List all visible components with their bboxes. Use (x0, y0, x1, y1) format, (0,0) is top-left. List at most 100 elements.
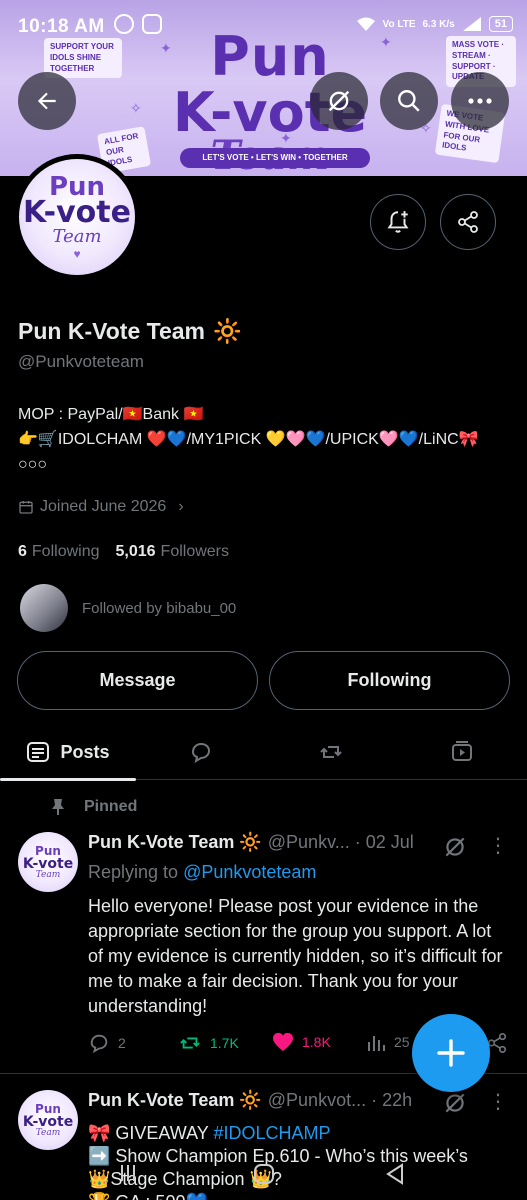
views-count: 25 (394, 1034, 410, 1050)
mention-link[interactable]: @Punkvoteteam (183, 862, 316, 882)
signal-icon (462, 17, 481, 31)
bio-line: ○○○ (18, 456, 47, 473)
sun-emoji: 🔆 (213, 318, 242, 344)
back-nav-icon[interactable] (384, 1162, 406, 1186)
post-meta: @Punkv... · 02 Jul (267, 832, 414, 852)
banner-ribbon: LET'S VOTE • LET'S WIN • TOGETHER (180, 148, 370, 168)
home-icon[interactable] (252, 1162, 276, 1186)
profile-name-text: Pun K-Vote Team (18, 318, 205, 344)
arrow-left-icon (37, 92, 56, 110)
following-button[interactable]: Following (269, 651, 510, 710)
status-bar: 10:18 AM Vo LTE 6.3 K/s 51 (0, 0, 527, 50)
system-navigation-bar (0, 1150, 527, 1200)
followers-label: Followers (160, 543, 230, 560)
notification-icons (114, 14, 162, 34)
followed-by-text: Followed by bibabu_00 (82, 599, 237, 617)
repost-button[interactable]: 1.7K (178, 1032, 239, 1054)
post-author-name: Pun K-Vote Team 🔆 (88, 832, 262, 852)
calendar-icon (19, 501, 33, 514)
avatar (20, 584, 68, 632)
recent-apps-icon[interactable] (118, 1162, 140, 1184)
reply-count: 2 (118, 1035, 126, 1051)
bell-plus-icon (387, 211, 409, 233)
post-meta: @Punkvot... · 22h (267, 1090, 413, 1110)
post-avatar[interactable]: Pun K-vote Team (18, 1090, 78, 1150)
post-line: 🎀 GIVEAWAY #IDOLCHAMP (88, 1122, 508, 1145)
followers-count: 5,016 (115, 543, 156, 560)
avatar-text: K-vote (22, 1113, 74, 1130)
follow-stats: 6 Following 5,016 Followers (18, 543, 229, 561)
avatar-text: K-vote (22, 855, 74, 872)
tab-replies[interactable] (136, 724, 266, 780)
views-button[interactable]: 25 (366, 1032, 410, 1052)
profile-name: Pun K-Vote Team 🔆 (18, 318, 242, 345)
bio-line: MOP : PayPal/🇻🇳Bank 🇻🇳 (18, 406, 204, 423)
back-button[interactable] (18, 72, 76, 130)
avatar-logo: Pun K-vote Team ♥ (19, 159, 135, 275)
active-tab-indicator (0, 778, 136, 781)
reply-bubble-icon (191, 742, 211, 764)
wifi-icon (356, 17, 375, 31)
instagram-icon (142, 14, 162, 34)
repost-icon (320, 746, 342, 758)
compose-button[interactable] (412, 1014, 490, 1092)
like-count: 1.8K (302, 1034, 331, 1050)
grok-icon (328, 90, 350, 112)
post-author-name: Pun K-Vote Team 🔆 (88, 1090, 262, 1110)
post-header[interactable]: Pun K-Vote Team 🔆 @Punkvot... · 22h (88, 1090, 412, 1111)
share-profile-button[interactable] (440, 194, 496, 250)
avatar-text: Team (35, 1127, 61, 1138)
search-button[interactable] (380, 72, 438, 130)
chevron-right-icon: › (178, 498, 184, 515)
avatar-text: Pun (35, 1101, 61, 1116)
profile-tabs: Posts (0, 724, 527, 781)
heart-filled-icon (273, 1032, 293, 1052)
profile-avatar[interactable]: Pun K-vote Team ♥ (14, 154, 140, 280)
post-more-icon[interactable]: ⋮ (488, 1092, 508, 1112)
following-label: Following (31, 543, 100, 560)
posts-icon (27, 742, 50, 762)
grok-button[interactable] (310, 72, 368, 130)
profile-handle: @Punkvoteteam (18, 352, 144, 371)
tab-media[interactable] (396, 724, 527, 780)
post-header[interactable]: Pun K-Vote Team 🔆 @Punkv... · 02 Jul (88, 832, 414, 853)
whatsapp-icon (114, 14, 134, 34)
post-line-text: 🎀 GIVEAWAY (88, 1123, 214, 1143)
reply-button[interactable]: 2 (88, 1032, 126, 1054)
reply-icon (90, 1034, 108, 1054)
followers-link[interactable]: 5,016 Followers (116, 543, 230, 561)
hashtag-link[interactable]: #IDOLCHAMP (213, 1123, 330, 1143)
more-dots-icon (468, 98, 492, 104)
tab-posts[interactable]: Posts (0, 724, 136, 781)
views-icon (368, 1036, 385, 1051)
followed-by-row[interactable]: Followed by bibabu_00 (20, 584, 236, 632)
avatar-text: Pun (35, 843, 61, 858)
notifications-button[interactable] (370, 194, 426, 250)
grok-icon[interactable] (442, 1090, 468, 1116)
pinned-text: Pinned (84, 798, 138, 815)
network-label: Vo LTE (382, 18, 416, 30)
search-icon (398, 90, 420, 112)
share-icon (458, 211, 478, 233)
battery-icon: 51 (488, 16, 513, 32)
repost-count: 1.7K (210, 1035, 239, 1051)
pin-icon (52, 799, 64, 815)
speed-label: 6.3 K/s (422, 18, 455, 30)
post-more-icon[interactable]: ⋮ (488, 836, 508, 856)
following-link[interactable]: 6 Following (18, 543, 100, 561)
post-body: Hello everyone! Please post your evidenc… (88, 896, 503, 1016)
joined-text: Joined June 2026 (40, 498, 167, 515)
tab-reposts[interactable] (266, 724, 396, 780)
media-icon (451, 741, 472, 761)
replying-to: Replying to @Punkvoteteam (88, 862, 316, 883)
status-time: 10:18 AM (18, 16, 105, 37)
like-button[interactable]: 1.8K (272, 1032, 331, 1052)
system-icons: Vo LTE 6.3 K/s 51 (356, 16, 513, 32)
joined-date[interactable]: Joined June 2026 › (18, 498, 184, 516)
grok-icon[interactable] (442, 834, 468, 860)
post-avatar[interactable]: Pun K-vote Team (18, 832, 78, 892)
message-button[interactable]: Message (17, 651, 258, 710)
more-options-button[interactable] (451, 72, 509, 130)
tab-posts-label: Posts (60, 741, 110, 762)
profile-bio: MOP : PayPal/🇻🇳Bank 🇻🇳 👉🛒IDOLCHAM ❤️💙/MY… (18, 402, 518, 477)
